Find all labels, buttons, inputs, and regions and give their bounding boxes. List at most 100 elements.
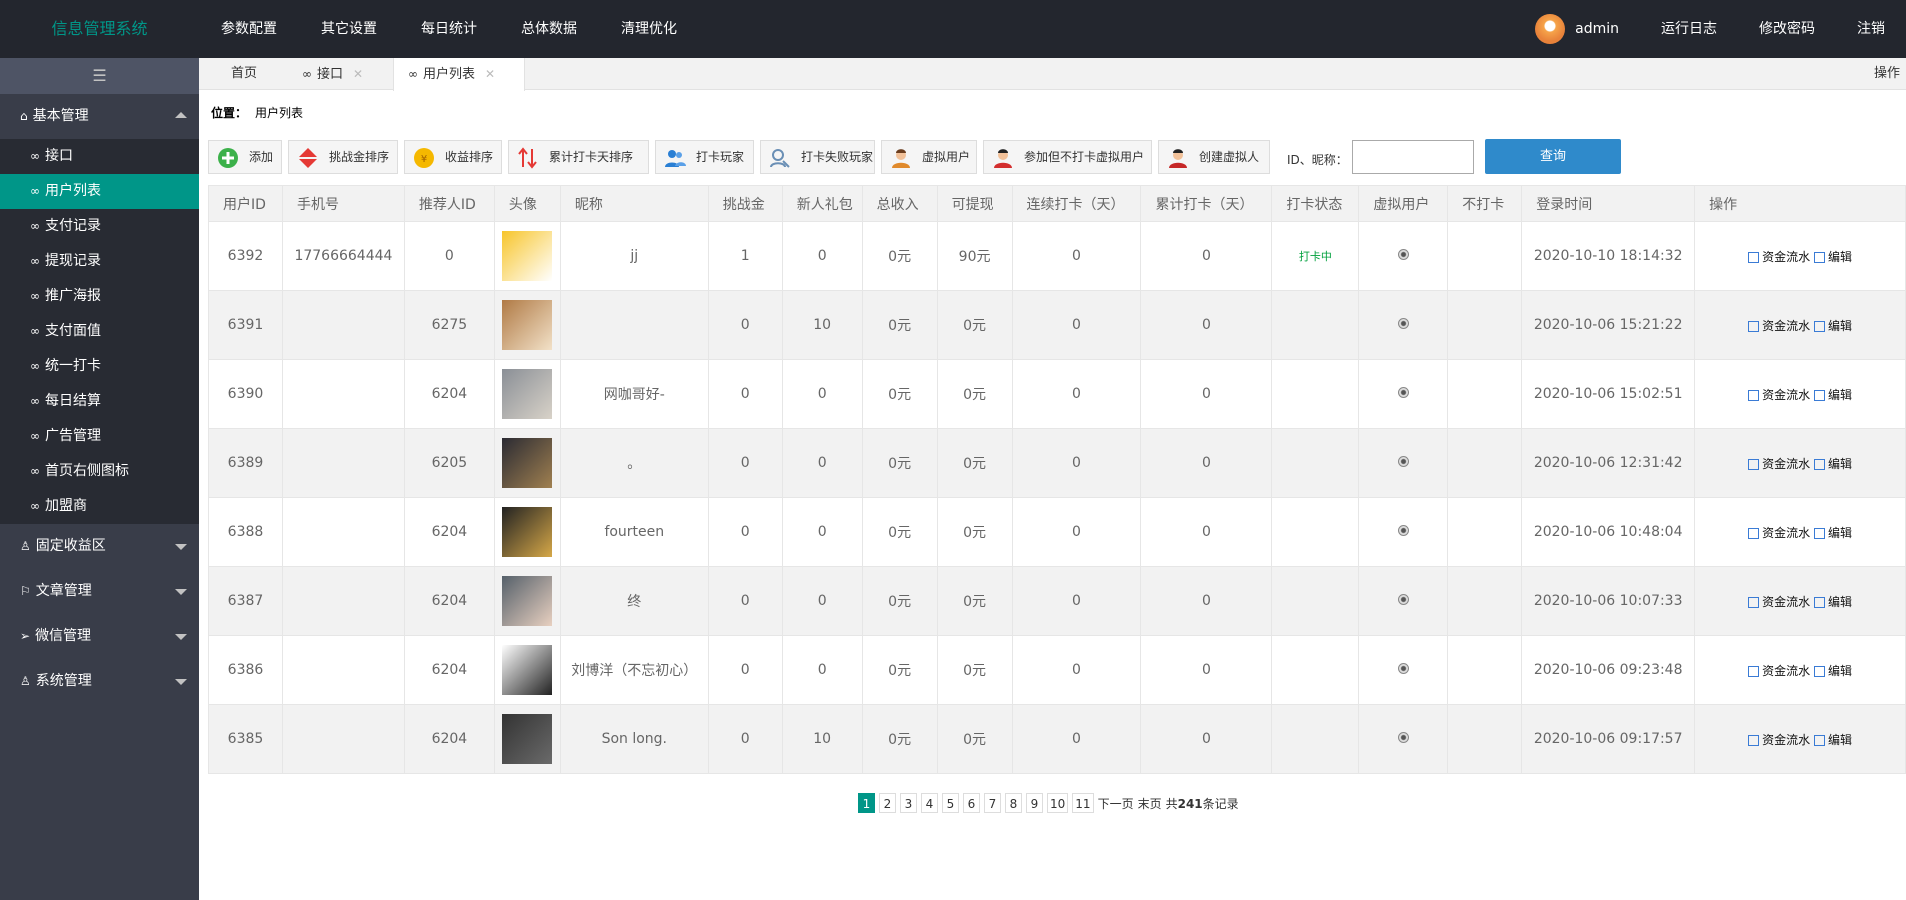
next-page-link[interactable]: 下一页 bbox=[1098, 795, 1134, 812]
sidebar-item-label: 加盟商 bbox=[45, 498, 87, 514]
tab-api[interactable]: ∞ 接口 ✕ bbox=[302, 58, 400, 90]
page-11[interactable]: 11 bbox=[1072, 793, 1094, 813]
logout-link[interactable]: 注销 bbox=[1836, 0, 1906, 58]
sort-income-button[interactable]: ¥ 收益排序 bbox=[404, 140, 502, 174]
search-input[interactable] bbox=[1352, 140, 1474, 174]
sidebar-item-payments[interactable]: ∞ 支付记录 bbox=[0, 209, 199, 244]
nocheckin-virtual-button[interactable]: 参加但不打卡虚拟用户 bbox=[983, 140, 1152, 174]
cell-income: 0元 bbox=[861, 359, 938, 429]
page-6[interactable]: 6 bbox=[963, 793, 980, 813]
cell-gift: 0 bbox=[781, 428, 863, 498]
edit-link[interactable]: 编辑 bbox=[1813, 664, 1852, 678]
page-4[interactable]: 4 bbox=[921, 793, 938, 813]
radio-icon[interactable] bbox=[1397, 732, 1409, 743]
edit-link[interactable]: 编辑 bbox=[1813, 457, 1852, 471]
user-avatar bbox=[502, 300, 553, 350]
topnav-item[interactable]: 总体数据 bbox=[499, 0, 599, 58]
edit-link[interactable]: 编辑 bbox=[1813, 595, 1852, 609]
empty-cell bbox=[1447, 566, 1523, 636]
add-button[interactable]: 添加 bbox=[208, 140, 282, 174]
sidebar-group-fixed-income[interactable]: ♙ 固定收益区 bbox=[0, 524, 199, 569]
sidebar-item-pay-values[interactable]: ∞ 支付面值 bbox=[0, 314, 199, 349]
table-row: 6390 6204 网咖哥好- 0 0 0元 0元 0 0 2020-10-06 15:02:51… bbox=[208, 359, 1906, 429]
topnav-item[interactable]: 清理优化 bbox=[599, 0, 699, 58]
radio-icon[interactable] bbox=[1397, 249, 1409, 260]
fund-flow-link[interactable]: 资金流水 bbox=[1748, 319, 1810, 333]
empty-cell bbox=[1447, 221, 1523, 291]
fund-flow-link[interactable]: 资金流水 bbox=[1748, 526, 1810, 540]
cell-income: 0元 bbox=[861, 704, 938, 774]
cell-nick bbox=[559, 290, 709, 360]
user-search-icon bbox=[770, 149, 790, 168]
tab-user-list[interactable]: ∞ 用户列表 ✕ bbox=[393, 58, 525, 91]
edit-link[interactable]: 编辑 bbox=[1813, 733, 1852, 747]
fund-flow-link[interactable]: 资金流水 bbox=[1748, 250, 1810, 264]
radio-icon[interactable] bbox=[1397, 594, 1409, 605]
fund-flow-link[interactable]: 资金流水 bbox=[1748, 388, 1810, 402]
top-right: admin 运行日志 修改密码 注销 bbox=[1514, 0, 1906, 58]
page-2[interactable]: 2 bbox=[879, 793, 896, 813]
close-icon[interactable]: ✕ bbox=[485, 67, 495, 81]
fund-flow-link[interactable]: 资金流水 bbox=[1748, 595, 1810, 609]
close-icon[interactable]: ✕ bbox=[353, 67, 363, 81]
cell-cont: 0 bbox=[1011, 290, 1142, 360]
sidebar-item-posters[interactable]: ∞ 推广海报 bbox=[0, 279, 199, 314]
sidebar-item-home-icons[interactable]: ∞ 首页右侧图标 bbox=[0, 454, 199, 489]
page-1[interactable]: 1 bbox=[858, 793, 875, 813]
sidebar-item-ads[interactable]: ∞ 广告管理 bbox=[0, 419, 199, 454]
topnav-item[interactable]: 参数配置 bbox=[199, 0, 299, 58]
column-header: 用户ID bbox=[208, 185, 283, 222]
tab-operations-button[interactable]: 操作 bbox=[1874, 58, 1900, 90]
sidebar-item-daily-settlement[interactable]: ∞ 每日结算 bbox=[0, 384, 199, 419]
sidebar-group-wechat[interactable]: ➢ 微信管理 bbox=[0, 614, 199, 659]
radio-icon[interactable] bbox=[1397, 525, 1409, 536]
send-icon: ➢ bbox=[20, 629, 31, 643]
sidebar-item-user-list[interactable]: ∞ 用户列表 bbox=[0, 174, 199, 209]
sidebar-group-system[interactable]: ♙ 系统管理 bbox=[0, 659, 199, 704]
sidebar-group-articles[interactable]: ⚐ 文章管理 bbox=[0, 569, 199, 614]
query-button[interactable]: 查询 bbox=[1485, 139, 1621, 174]
topnav-item[interactable]: 每日统计 bbox=[399, 0, 499, 58]
page-9[interactable]: 9 bbox=[1026, 793, 1043, 813]
user-menu[interactable]: admin bbox=[1514, 0, 1640, 58]
top-nav: 参数配置 其它设置 每日统计 总体数据 清理优化 bbox=[199, 0, 699, 58]
checkin-players-button[interactable]: 打卡玩家 bbox=[655, 140, 754, 174]
sort-deposit-button[interactable]: 挑战金排序 bbox=[288, 140, 398, 174]
virtual-users-button[interactable]: 虚拟用户 bbox=[881, 140, 977, 174]
sort-cumulative-button[interactable]: 累计打卡天排序 bbox=[508, 140, 649, 174]
radio-icon[interactable] bbox=[1397, 387, 1409, 398]
cell-login: 2020-10-06 09:23:48 bbox=[1521, 635, 1696, 705]
page-7[interactable]: 7 bbox=[984, 793, 1001, 813]
cell-login: 2020-10-06 09:17:57 bbox=[1521, 704, 1696, 774]
topnav-item[interactable]: 其它设置 bbox=[299, 0, 399, 58]
row-actions: 资金流水 编辑 bbox=[1694, 290, 1906, 360]
sidebar-group-basic[interactable]: ⌂ 基本管理 bbox=[0, 94, 199, 139]
change-password-link[interactable]: 修改密码 bbox=[1738, 0, 1836, 58]
tab-home[interactable]: 首页 bbox=[219, 58, 269, 90]
edit-link[interactable]: 编辑 bbox=[1813, 250, 1852, 264]
last-page-link[interactable]: 末页 bbox=[1138, 795, 1162, 812]
fund-flow-link[interactable]: 资金流水 bbox=[1748, 457, 1810, 471]
page-8[interactable]: 8 bbox=[1005, 793, 1022, 813]
sidebar-toggle-icon[interactable]: ☰ bbox=[0, 58, 199, 94]
sidebar-item-api[interactable]: ∞ 接口 bbox=[0, 139, 199, 174]
page-10[interactable]: 10 bbox=[1047, 793, 1069, 813]
sidebar-item-withdrawals[interactable]: ∞ 提现记录 bbox=[0, 244, 199, 279]
sidebar-item-franchise[interactable]: ∞ 加盟商 bbox=[0, 489, 199, 524]
page-5[interactable]: 5 bbox=[942, 793, 959, 813]
failed-players-button[interactable]: 打卡失败玩家 bbox=[760, 140, 875, 174]
virtual-user-cell bbox=[1358, 221, 1449, 291]
create-virtual-button[interactable]: 创建虚拟人 bbox=[1158, 140, 1270, 174]
page-3[interactable]: 3 bbox=[900, 793, 917, 813]
edit-link[interactable]: 编辑 bbox=[1813, 388, 1852, 402]
fund-flow-link[interactable]: 资金流水 bbox=[1748, 664, 1810, 678]
sidebar-item-unified-checkin[interactable]: ∞ 统一打卡 bbox=[0, 349, 199, 384]
edit-link[interactable]: 编辑 bbox=[1813, 526, 1852, 540]
radio-icon[interactable] bbox=[1397, 456, 1409, 467]
fund-flow-link[interactable]: 资金流水 bbox=[1748, 733, 1810, 747]
radio-icon[interactable] bbox=[1397, 663, 1409, 674]
run-log-link[interactable]: 运行日志 bbox=[1640, 0, 1738, 58]
edit-link[interactable]: 编辑 bbox=[1813, 319, 1852, 333]
chevron-down-icon bbox=[175, 679, 187, 685]
radio-icon[interactable] bbox=[1397, 318, 1409, 329]
